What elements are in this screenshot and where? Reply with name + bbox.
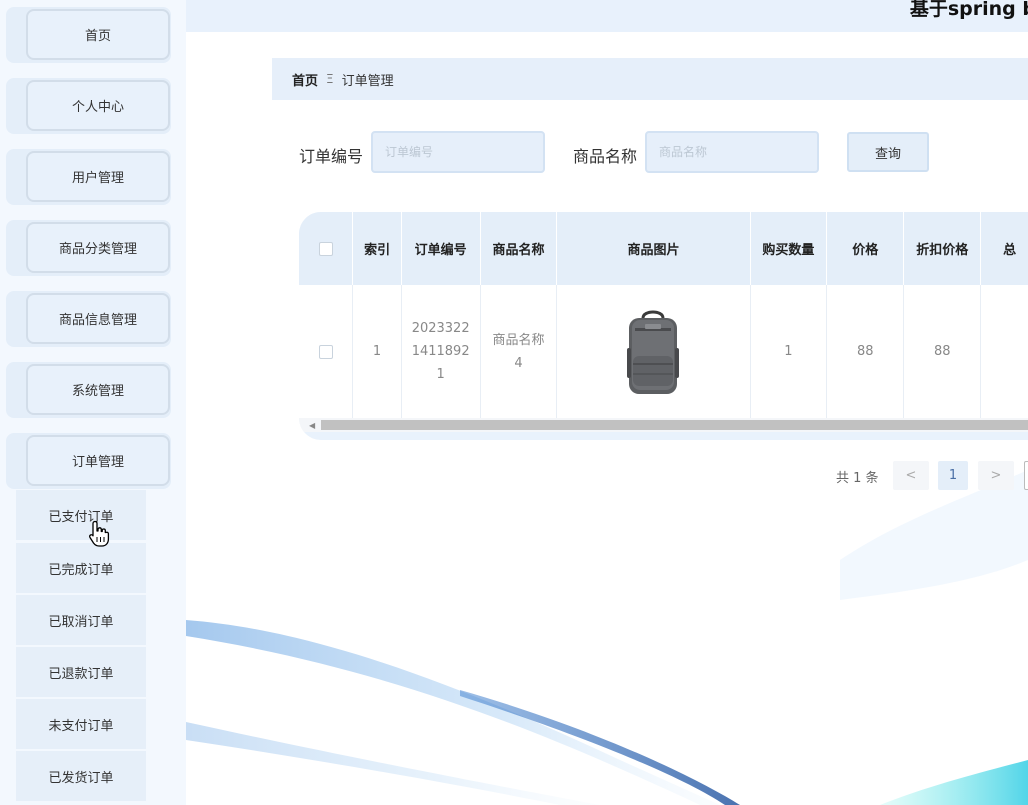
cell-product-image <box>556 285 751 418</box>
order-no-line: 2023322 <box>411 321 470 336</box>
row-select-cell <box>299 285 354 418</box>
backpack-icon <box>627 310 680 394</box>
sidebar-item-product-info[interactable]: 商品信息管理 <box>6 291 171 347</box>
product-name-line: 商品名称 <box>492 332 545 348</box>
sidebar-item-orders[interactable]: 订单管理 <box>6 433 171 489</box>
sidebar-item-label: 用户管理 <box>26 151 170 202</box>
cell-quantity: 1 <box>750 285 828 418</box>
sidebar-item-label: 个人中心 <box>26 80 170 131</box>
order-no-line: 1 <box>436 367 445 382</box>
select-all-cell <box>299 212 354 285</box>
sidebar-item-label: 首页 <box>26 9 170 60</box>
hand-cursor-icon <box>88 520 110 547</box>
column-header-product-name[interactable]: 商品名称 <box>480 212 558 285</box>
pagination-prev-button[interactable]: < <box>893 461 929 490</box>
sidebar-item-profile[interactable]: 个人中心 <box>6 78 171 134</box>
column-header-total[interactable]: 总 <box>980 212 1028 285</box>
submenu-item-unpaid-orders[interactable]: 未支付订单 <box>16 699 146 749</box>
pagination-total: 共 1 条 <box>836 471 879 486</box>
breadcrumb: 首页 Ξ 订单管理 <box>272 58 1028 100</box>
sidebar-item-product-category[interactable]: 商品分类管理 <box>6 220 171 276</box>
scrollbar-thumb[interactable] <box>321 420 1028 430</box>
pagination-next-button[interactable]: > <box>978 461 1014 490</box>
column-header-index[interactable]: 索引 <box>352 212 402 285</box>
sidebar-item-users[interactable]: 用户管理 <box>6 149 171 205</box>
breadcrumb-home[interactable]: 首页 <box>292 70 318 89</box>
submenu-item-paid-orders[interactable]: 已支付订单 <box>16 490 146 540</box>
top-header: 基于spring b <box>186 0 1028 32</box>
select-all-checkbox[interactable] <box>318 241 333 256</box>
pagination-page-button[interactable]: 1 <box>938 461 968 490</box>
order-no-line: 1411892 <box>411 344 470 359</box>
table-header-row: 索引 订单编号 商品名称 商品图片 购买数量 价格 折扣价格 总 <box>299 212 1028 285</box>
breadcrumb-current: 订单管理 <box>341 73 394 89</box>
product-name-line: 4 <box>514 355 523 371</box>
query-button[interactable]: 查询 <box>847 132 929 172</box>
column-header-product-image[interactable]: 商品图片 <box>556 212 751 285</box>
sidebar: 首页 个人中心 用户管理 商品分类管理 商品信息管理 系统管理 订单管理 已支付… <box>0 0 186 805</box>
sidebar-item-system[interactable]: 系统管理 <box>6 362 171 418</box>
sidebar-item-home[interactable]: 首页 <box>6 7 171 63</box>
sidebar-item-label: 商品分类管理 <box>26 222 170 273</box>
column-header-order-no[interactable]: 订单编号 <box>401 212 481 285</box>
order-no-label: 订单编号 <box>299 147 364 166</box>
cell-discount-price: 88 <box>903 285 982 418</box>
cell-price: 88 <box>826 285 905 418</box>
submenu-item-cancelled-orders[interactable]: 已取消订单 <box>16 595 146 645</box>
submenu-item-completed-orders[interactable]: 已完成订单 <box>16 543 146 593</box>
column-header-price[interactable]: 价格 <box>826 212 905 285</box>
cell-order-no: 2023322 1411892 1 <box>401 285 481 418</box>
sidebar-item-label: 系统管理 <box>26 364 170 415</box>
breadcrumb-separator-icon: Ξ <box>326 72 334 86</box>
product-name-input[interactable] <box>645 131 819 173</box>
order-no-input[interactable] <box>371 131 545 173</box>
sidebar-item-label: 订单管理 <box>26 435 170 486</box>
system-title: 基于spring b <box>909 0 1028 20</box>
scroll-left-arrow-icon[interactable]: ◀ <box>309 421 315 430</box>
horizontal-scrollbar[interactable]: ◀ <box>299 418 1028 432</box>
order-table: 索引 订单编号 商品名称 商品图片 购买数量 价格 折扣价格 总 1 20233… <box>299 212 1028 440</box>
submenu-item-refunded-orders[interactable]: 已退款订单 <box>16 647 146 697</box>
cell-total <box>980 285 1028 418</box>
cell-index: 1 <box>352 285 402 418</box>
column-header-quantity[interactable]: 购买数量 <box>750 212 828 285</box>
sidebar-item-label: 商品信息管理 <box>26 293 170 344</box>
cell-product-name: 商品名称 4 <box>480 285 558 418</box>
table-row[interactable]: 1 2023322 1411892 1 商品名称 4 1 88 88 <box>299 285 1028 418</box>
row-checkbox[interactable] <box>318 344 333 359</box>
submenu-item-shipped-orders[interactable]: 已发货订单 <box>16 751 146 801</box>
product-name-label: 商品名称 <box>573 147 638 166</box>
column-header-discount-price[interactable]: 折扣价格 <box>903 212 982 285</box>
pagination-jump-input[interactable] <box>1024 461 1028 490</box>
